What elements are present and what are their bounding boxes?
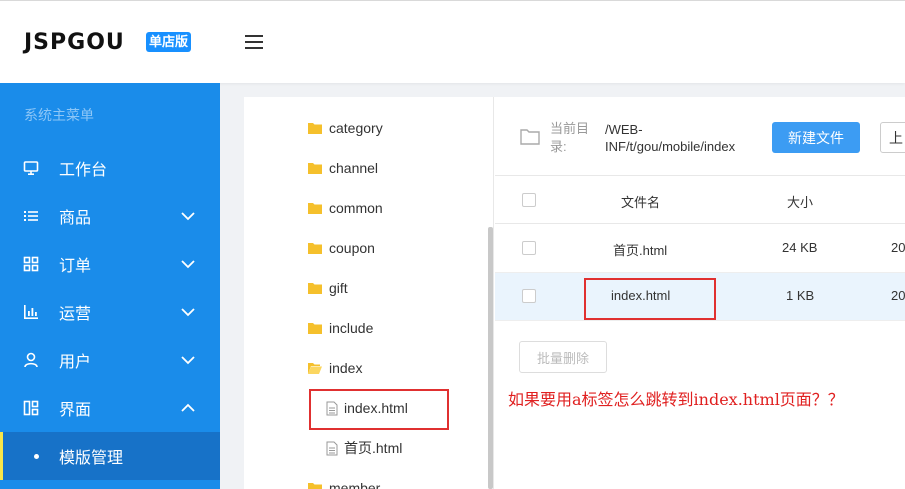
select-all-checkbox[interactable]: [522, 193, 536, 207]
sidebar-title: 系统主菜单: [24, 107, 94, 123]
tree-item-label: common: [329, 200, 383, 216]
sidebar-item-label: 界面: [59, 402, 92, 419]
file-date-cell: 20: [891, 240, 905, 255]
current-directory-path: /WEB-INF/t/gou/mobile/index: [605, 122, 736, 154]
current-directory-label: 当前目录:: [550, 121, 590, 154]
chevron-up-icon: [181, 403, 195, 412]
sidebar: 系统主菜单 工作台 商品 订单 运营 用户 界面 模版管理: [0, 83, 220, 489]
folder-icon: [308, 483, 322, 489]
folder-icon: [308, 283, 322, 294]
tree-item-label: member: [329, 480, 381, 489]
tree-item-label: include: [329, 320, 374, 336]
list-icon: [22, 207, 40, 225]
sidebar-subitem-template-management[interactable]: 模版管理: [0, 432, 220, 480]
bar-chart-icon: [22, 303, 40, 321]
folder-icon: [308, 163, 322, 174]
tree-item-label: category: [329, 120, 383, 136]
folder-icon: [308, 203, 322, 214]
folder-icon: [308, 123, 322, 134]
file-name-cell[interactable]: 首页.html: [613, 240, 667, 259]
tree-item-label: index: [329, 360, 363, 376]
annotation-question: 如果要用a标签怎么跳转到index.html页面？？: [508, 390, 844, 409]
chevron-down-icon: [181, 356, 195, 365]
tree-folder-category[interactable]: category: [308, 118, 383, 138]
sidebar-item-label: 商品: [59, 210, 92, 227]
layout-icon: [22, 399, 40, 417]
directory-tree: category channel common coupon gift incl…: [244, 97, 494, 489]
file-icon: [326, 441, 338, 455]
sidebar-item-label: 用户: [59, 354, 92, 371]
tree-folder-gift[interactable]: gift: [308, 278, 348, 298]
tree-folder-coupon[interactable]: coupon: [308, 238, 375, 258]
path-bar: 当前目录: /WEB-INF/t/gou/mobile/index 新建文件 上: [495, 97, 905, 176]
sidebar-item-products[interactable]: 商品: [0, 192, 220, 240]
user-icon: [22, 351, 40, 369]
folder-icon: [308, 323, 322, 334]
sidebar-item-label: 运营: [59, 306, 92, 323]
file-size-cell: 24 KB: [782, 240, 818, 255]
tree-scrollbar[interactable]: [488, 227, 493, 489]
chevron-down-icon: [181, 212, 195, 221]
sidebar-subitem-label: 模版管理: [59, 450, 124, 467]
tree-folder-include[interactable]: include: [308, 318, 373, 338]
tree-item-label: gift: [329, 280, 348, 296]
new-file-button[interactable]: 新建文件: [772, 122, 860, 153]
tree-item-label: coupon: [329, 240, 375, 256]
file-size-cell: 1 KB: [786, 288, 815, 303]
chevron-down-icon: [181, 308, 195, 317]
tree-item-label: channel: [329, 160, 379, 176]
sidebar-item-dashboard[interactable]: 工作台: [0, 144, 220, 192]
bullet-dot-icon: [34, 453, 39, 459]
batch-delete-button[interactable]: 批量删除: [519, 341, 607, 373]
row-checkbox[interactable]: [522, 289, 536, 303]
top-header: JSPGOU 单店版: [0, 0, 905, 83]
main-content: category channel common coupon gift incl…: [244, 97, 905, 489]
edition-badge: 单店版: [146, 32, 192, 52]
tree-file-home-html[interactable]: 首页.html: [326, 438, 402, 458]
highlight-box-tree-file: [309, 389, 449, 430]
highlight-box-table-file: [584, 278, 716, 320]
chevron-down-icon: [181, 260, 195, 269]
column-header-filename: 文件名: [621, 195, 661, 210]
sidebar-item-label: 工作台: [59, 162, 108, 179]
tree-folder-index[interactable]: index: [308, 358, 362, 378]
sidebar-item-users[interactable]: 用户: [0, 336, 220, 384]
column-header-size: 大小: [787, 195, 814, 210]
folder-open-icon: [308, 363, 322, 374]
tree-folder-channel[interactable]: channel: [308, 158, 378, 178]
file-date-cell: 20: [891, 288, 905, 303]
tree-folder-member[interactable]: member: [308, 478, 380, 489]
sidebar-item-label: 订单: [59, 258, 92, 275]
sidebar-item-interface[interactable]: 界面: [0, 384, 220, 432]
upload-button[interactable]: 上: [880, 122, 905, 153]
sidebar-item-operations[interactable]: 运营: [0, 288, 220, 336]
logo-text: JSPGOU: [24, 30, 125, 55]
folder-outline-icon: [520, 129, 540, 145]
tree-item-label: 首页.html: [344, 440, 403, 456]
grid-icon: [22, 255, 40, 273]
table-header: 文件名 大小: [495, 177, 905, 224]
row-checkbox[interactable]: [522, 241, 536, 255]
hamburger-icon[interactable]: [245, 35, 263, 49]
sidebar-item-orders[interactable]: 订单: [0, 240, 220, 288]
monitor-icon: [22, 159, 40, 177]
tree-folder-common[interactable]: common: [308, 198, 383, 218]
folder-icon: [308, 243, 322, 254]
table-row[interactable]: 首页.html 24 KB 20: [495, 225, 905, 273]
